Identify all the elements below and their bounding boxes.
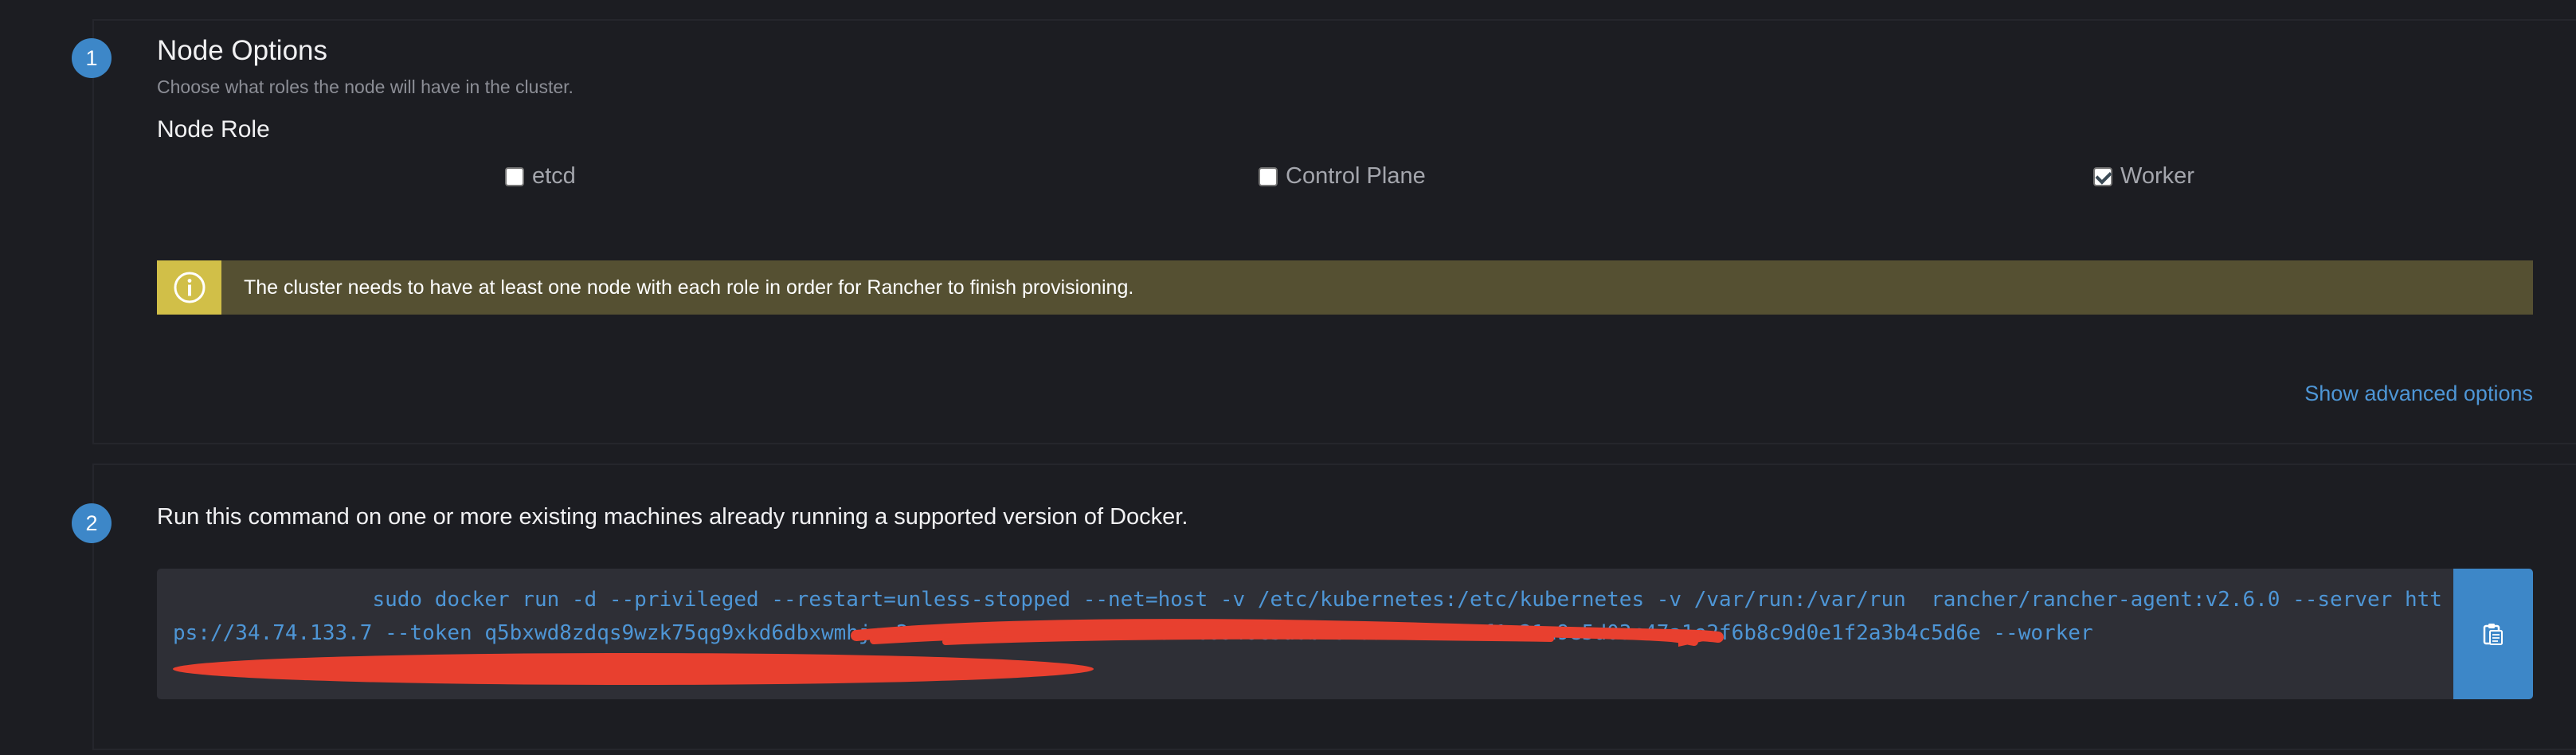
role-option-etcd[interactable]: etcd (505, 163, 576, 190)
worker-checkbox[interactable] (2093, 166, 2112, 186)
role-option-worker[interactable]: Worker (2093, 163, 2194, 190)
control-plane-label: Control Plane (1286, 163, 1426, 189)
docker-command[interactable]: sudo docker run -d --privileged --restar… (173, 583, 2451, 650)
run-command-heading: Run this command on one or more existing… (157, 504, 1188, 530)
info-banner-text: The cluster needs to have at least one n… (244, 276, 1134, 299)
step-badge-1: 1 (72, 38, 112, 78)
page-subtitle: Choose what roles the node will have in … (157, 76, 574, 97)
info-icon (157, 260, 221, 315)
info-banner: The cluster needs to have at least one n… (157, 260, 2533, 315)
role-option-control-plane[interactable]: Control Plane (1259, 163, 1426, 190)
node-role-heading: Node Role (157, 116, 270, 143)
step-badge-2: 2 (72, 503, 112, 543)
page-title: Node Options (157, 35, 328, 66)
redaction-scribble-checksum (173, 653, 1094, 685)
worker-label: Worker (2120, 163, 2194, 189)
etcd-checkbox[interactable] (505, 166, 524, 186)
control-plane-checkbox[interactable] (1259, 166, 1278, 186)
show-advanced-options-link[interactable]: Show advanced options (2304, 381, 2533, 406)
clipboard-icon (2483, 624, 2503, 645)
command-box[interactable]: sudo docker run -d --privileged --restar… (157, 569, 2533, 699)
copy-command-button[interactable] (2453, 569, 2533, 699)
etcd-label: etcd (532, 163, 576, 189)
page: 1 Node Options Choose what roles the nod… (0, 0, 2576, 755)
